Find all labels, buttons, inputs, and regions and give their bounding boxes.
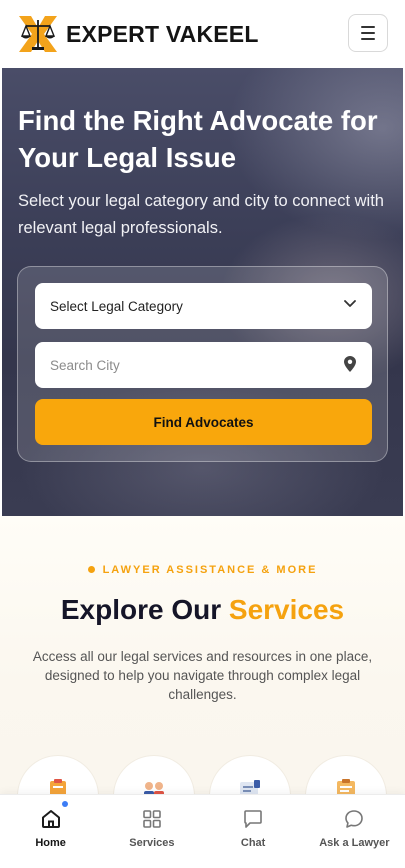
app-header: EXPERT VAKEEL xyxy=(0,0,405,68)
service-card-clipboard[interactable] xyxy=(18,756,98,794)
hero-subtitle: Select your legal category and city to c… xyxy=(18,192,384,237)
advocate-search-card: Select Legal Category Find Advocates xyxy=(17,266,388,462)
eyebrow-dot xyxy=(87,565,95,573)
service-card-document[interactable] xyxy=(210,756,290,794)
document-form-icon xyxy=(240,780,260,794)
chat-square-icon xyxy=(244,810,262,828)
city-search-input[interactable] xyxy=(35,342,372,388)
brand-logo[interactable]: EXPERT VAKEEL xyxy=(16,14,259,54)
services-title: Explore Our Services xyxy=(0,594,405,626)
bottom-navigation: Home Services Chat Ask a Lawyer xyxy=(0,794,405,868)
nav-item-ask-lawyer[interactable]: Ask a Lawyer xyxy=(304,795,405,868)
service-card-consultation[interactable] xyxy=(114,756,194,794)
services-description: Access all our legal services and resour… xyxy=(32,649,373,702)
services-title-accent: Services xyxy=(228,594,345,625)
menu-button[interactable] xyxy=(348,14,388,52)
nav-item-services[interactable]: Services xyxy=(101,795,202,868)
find-advocates-button[interactable]: Find Advocates xyxy=(35,399,372,445)
eyebrow-text: LAWYER ASSISTANCE & MORE xyxy=(102,564,318,576)
nav-label-chat: Chat xyxy=(240,837,266,849)
map-pin-icon xyxy=(344,356,356,372)
service-card-checklist[interactable] xyxy=(306,756,386,794)
legal-category-select[interactable]: Select Legal Category xyxy=(35,283,372,329)
services-section: LAWYER ASSISTANCE & MORE Explore Our Ser… xyxy=(0,516,405,794)
brand-name: EXPERT VAKEEL xyxy=(66,20,259,47)
chevron-down-icon xyxy=(344,300,356,307)
scales-of-justice-icon xyxy=(19,16,57,52)
chat-bubble-icon xyxy=(345,810,364,828)
grid-icon xyxy=(143,810,161,828)
hero-section: Find the Right Advocate for Your Legal I… xyxy=(2,68,403,516)
hero-title: Find the Right Advocate for Your Legal I… xyxy=(18,105,378,173)
clipboard-icon xyxy=(50,779,66,794)
services-eyebrow: LAWYER ASSISTANCE & MORE xyxy=(0,564,405,576)
notification-dot xyxy=(62,801,68,807)
nav-label-home: Home xyxy=(35,837,66,849)
service-icons-row xyxy=(0,756,405,794)
legal-category-value: Select Legal Category xyxy=(50,298,183,314)
services-title-main: Explore Our xyxy=(60,594,229,625)
nav-item-chat[interactable]: Chat xyxy=(203,795,304,868)
hamburger-menu-icon xyxy=(361,26,375,28)
checklist-icon xyxy=(337,779,355,794)
home-icon xyxy=(41,810,60,828)
nav-item-home[interactable]: Home xyxy=(0,795,101,868)
consultation-icon xyxy=(144,782,164,794)
nav-label-ask-lawyer: Ask a Lawyer xyxy=(319,837,390,849)
nav-label-services: Services xyxy=(129,837,175,849)
